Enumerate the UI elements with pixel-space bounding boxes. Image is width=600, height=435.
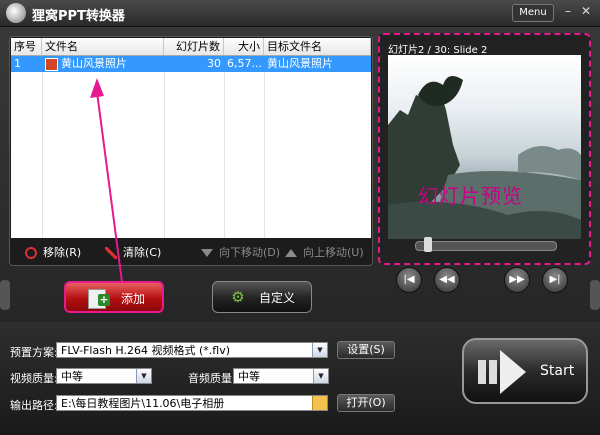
open-button[interactable]: 打开(O)	[337, 394, 395, 412]
arrow-up-icon	[285, 249, 297, 257]
column-header-size[interactable]: 大小	[224, 38, 264, 55]
row-filename-cell: 黄山风景照片	[42, 56, 164, 72]
preset-value: FLV-Flash H.264 视频格式 (*.flv)	[61, 344, 231, 357]
column-header-index[interactable]: 序号	[11, 38, 42, 55]
row-filename: 黄山风景照片	[61, 57, 127, 70]
settings-button-label: 设置(S)	[347, 343, 385, 356]
move-up-button[interactable]: 向上移动(U)	[285, 245, 364, 261]
remove-icon	[25, 247, 37, 259]
settings-button[interactable]: 设置(S)	[337, 341, 395, 359]
custom-button[interactable]: ⚙ 自定义(E)	[212, 281, 312, 337]
column-header-target[interactable]: 目标文件名	[264, 38, 371, 55]
preset-label: 预置方案:	[10, 346, 58, 359]
skip-last-icon[interactable]: ▶|	[542, 267, 568, 293]
start-button[interactable]: Start	[462, 338, 588, 404]
preview-panel: 幻灯片2 / 30: Slide 2 |◀ ◀◀ ▶▶ ▶|	[378, 33, 591, 293]
play-arrow-icon	[478, 350, 526, 394]
left-handle	[0, 280, 10, 310]
add-button[interactable]: 添加(A)	[64, 281, 164, 338]
audio-quality-label: 音频质量:	[188, 372, 236, 385]
move-down-label: 向下移动(D)	[219, 246, 281, 259]
video-quality-value: 中等	[61, 370, 83, 383]
folder-icon[interactable]	[312, 396, 327, 410]
arrow-down-icon	[201, 249, 213, 257]
add-file-icon	[88, 289, 110, 309]
file-table: 序号 文件名 幻灯片数 大小 目标文件名 1 黄山风景照片 30 6,57...…	[11, 38, 371, 238]
seek-bar[interactable]	[415, 241, 557, 251]
file-toolbar: 移除(R) 清除(C) 向下移动(D) 向上移动(U)	[11, 243, 371, 263]
right-handle	[590, 280, 600, 310]
table-header: 序号 文件名 幻灯片数 大小 目标文件名	[11, 38, 371, 56]
column-header-slides[interactable]: 幻灯片数	[164, 38, 224, 55]
preview-header: 幻灯片2 / 30: Slide 2	[388, 45, 488, 56]
remove-label: 移除(R)	[43, 246, 82, 259]
fast-forward-icon[interactable]: ▶▶	[504, 267, 530, 293]
output-path-field[interactable]: E:\每日教程图片\11.06\电子相册	[56, 395, 328, 411]
table-row[interactable]: 1 黄山风景照片 30 6,57... 黄山风景照片	[11, 56, 371, 72]
chevron-down-icon: ▼	[313, 369, 328, 383]
clear-label: 清除(C)	[123, 246, 162, 259]
start-button-label: Start	[540, 363, 575, 379]
row-target: 黄山风景照片	[267, 57, 333, 70]
move-up-label: 向上移动(U)	[303, 246, 364, 259]
output-path-label: 输出路径:	[10, 399, 58, 412]
audio-quality-select[interactable]: 中等 ▼	[233, 368, 329, 384]
minimize-icon[interactable]: –	[560, 3, 576, 19]
landscape-image	[388, 76, 581, 239]
menu-label: Menu	[519, 7, 547, 18]
chevron-down-icon: ▼	[312, 343, 327, 357]
app-window: 狸窝PPT转换器 Menu – ✕ 序号 文件名 幻灯片数 大小 目标文件名 1…	[0, 0, 600, 435]
video-quality-label: 视频质量:	[10, 372, 58, 385]
video-quality-select[interactable]: 中等 ▼	[56, 368, 152, 384]
output-path-value: E:\每日教程图片\11.06\电子相册	[61, 397, 225, 410]
window-title: 狸窝PPT转换器	[32, 9, 125, 24]
app-logo-icon	[6, 3, 26, 23]
move-down-button[interactable]: 向下移动(D)	[201, 245, 280, 261]
slide-preview-image	[388, 55, 581, 239]
ppt-file-icon	[45, 57, 58, 71]
preset-select[interactable]: FLV-Flash H.264 视频格式 (*.flv) ▼	[56, 342, 328, 358]
audio-quality-value: 中等	[238, 370, 260, 383]
row-size: 6,57...	[227, 57, 262, 70]
column-header-filename[interactable]: 文件名	[42, 38, 164, 55]
title-bar: 狸窝PPT转换器 Menu – ✕	[0, 0, 600, 27]
skip-first-icon[interactable]: |◀	[396, 267, 422, 293]
clear-button[interactable]: 清除(C)	[105, 245, 161, 261]
rewind-icon[interactable]: ◀◀	[434, 267, 460, 293]
preview-annotation-text: 幻灯片预览	[418, 184, 523, 208]
file-list-panel: 序号 文件名 幻灯片数 大小 目标文件名 1 黄山风景照片 30 6,57...…	[9, 36, 373, 266]
close-icon[interactable]: ✕	[578, 3, 594, 19]
row-slides: 30	[207, 57, 221, 70]
seek-handle[interactable]	[424, 237, 432, 252]
menu-button[interactable]: Menu	[512, 4, 554, 22]
remove-button[interactable]: 移除(R)	[25, 245, 81, 261]
open-button-label: 打开(O)	[346, 396, 386, 409]
row-index: 1	[14, 57, 21, 70]
tools-icon: ⚙	[231, 288, 245, 306]
chevron-down-icon: ▼	[136, 369, 151, 383]
clear-icon	[105, 247, 117, 259]
